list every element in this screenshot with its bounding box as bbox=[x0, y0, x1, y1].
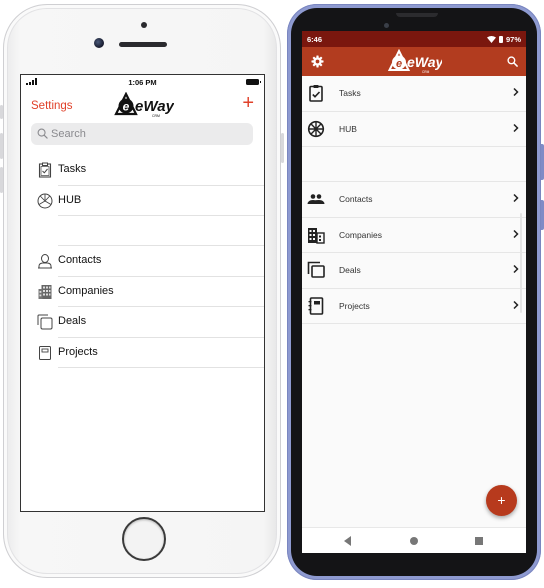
recents-nav-icon[interactable] bbox=[475, 537, 483, 545]
ios-item-label: Deals bbox=[58, 315, 87, 327]
android-device-frame: 6:46 97% e eWay CRM Tasks HUB Contacts C… bbox=[287, 4, 544, 580]
android-app-bar: e eWay CRM bbox=[302, 47, 526, 76]
android-item-deals[interactable]: Deals bbox=[302, 253, 526, 289]
hub-wheel-icon bbox=[37, 193, 53, 208]
ios-item-label: HUB bbox=[58, 193, 82, 206]
ios-status-bar: 1:06 PM bbox=[21, 75, 264, 89]
notebook-icon bbox=[39, 345, 51, 360]
building-icon bbox=[38, 284, 52, 299]
battery-percent: 97% bbox=[505, 35, 521, 44]
iphone-earpiece bbox=[119, 42, 167, 47]
ios-screen: 1:06 PM Settings e eWay CRM + Search Tas… bbox=[20, 74, 265, 512]
iphone-proximity-sensor bbox=[141, 22, 147, 28]
status-time: 1:06 PM bbox=[128, 78, 157, 87]
scrollbar[interactable] bbox=[520, 213, 522, 313]
ios-nav-bar: Settings e eWay CRM + bbox=[21, 89, 264, 119]
android-speaker bbox=[396, 13, 438, 17]
search-icon[interactable] bbox=[507, 56, 518, 67]
clipboard-check-icon bbox=[309, 85, 323, 102]
home-nav-icon[interactable] bbox=[410, 537, 418, 545]
back-nav-icon[interactable] bbox=[344, 536, 351, 546]
chevron-right-icon bbox=[513, 87, 519, 97]
ios-item-companies[interactable]: Companies bbox=[21, 277, 264, 308]
svg-text:CRM: CRM bbox=[422, 70, 430, 74]
people-icon bbox=[307, 194, 325, 204]
android-menu-list: Tasks HUB Contacts Companies Deals Proje… bbox=[302, 76, 526, 324]
android-item-companies[interactable]: Companies bbox=[302, 217, 526, 253]
iphone-device-frame: 1:06 PM Settings e eWay CRM + Search Tas… bbox=[0, 4, 284, 578]
clipboard-check-icon bbox=[38, 162, 52, 178]
settings-button[interactable]: Settings bbox=[31, 100, 73, 112]
stacked-squares-icon bbox=[307, 261, 325, 278]
search-icon bbox=[37, 128, 48, 139]
android-section-gap bbox=[302, 147, 526, 182]
android-status-bar: 6:46 97% bbox=[302, 31, 526, 47]
iphone-volume-up bbox=[0, 133, 3, 159]
android-item-label: Companies bbox=[339, 229, 382, 240]
android-item-contacts[interactable]: Contacts bbox=[302, 182, 526, 218]
iphone-volume-down bbox=[0, 167, 3, 193]
eway-logo: e eWay CRM bbox=[388, 49, 442, 74]
ios-item-tasks[interactable]: Tasks bbox=[21, 155, 264, 186]
stacked-squares-icon bbox=[37, 314, 53, 330]
chevron-right-icon bbox=[513, 193, 519, 203]
chevron-right-icon bbox=[513, 300, 519, 309]
settings-gear-icon[interactable] bbox=[311, 55, 324, 68]
ios-item-label: Companies bbox=[58, 284, 114, 297]
iphone-home-button[interactable] bbox=[122, 517, 166, 561]
ios-item-projects[interactable]: Projects bbox=[21, 338, 264, 369]
battery-icon bbox=[246, 79, 261, 85]
android-item-label: Projects bbox=[339, 300, 370, 311]
ios-menu-list: Tasks HUB Contacts Companies Deals Proje… bbox=[21, 155, 264, 368]
chevron-right-icon bbox=[513, 264, 519, 274]
ios-item-label: Projects bbox=[58, 345, 98, 358]
iphone-mute-switch bbox=[0, 105, 3, 119]
search-input[interactable]: Search bbox=[31, 123, 253, 145]
android-screen: 6:46 97% e eWay CRM Tasks HUB Contacts C… bbox=[302, 31, 526, 553]
android-item-hub[interactable]: HUB bbox=[302, 111, 526, 147]
search-placeholder: Search bbox=[51, 128, 86, 140]
android-front-camera bbox=[384, 23, 389, 28]
android-item-label: Contacts bbox=[339, 194, 373, 204]
battery-icon bbox=[498, 36, 503, 43]
ios-item-deals[interactable]: Deals bbox=[21, 307, 264, 338]
ios-item-contacts[interactable]: Contacts bbox=[21, 246, 264, 277]
building-icon bbox=[308, 227, 325, 244]
ios-item-hub[interactable]: HUB bbox=[21, 186, 264, 217]
chevron-right-icon bbox=[513, 123, 519, 132]
ios-section-gap bbox=[21, 216, 264, 246]
eway-logo: e eWay CRM bbox=[114, 92, 174, 118]
svg-text:eWay: eWay bbox=[135, 98, 174, 115]
svg-text:e: e bbox=[396, 58, 402, 70]
hub-wheel-icon bbox=[307, 120, 325, 137]
add-fab-button[interactable]: + bbox=[486, 485, 517, 516]
chevron-right-icon bbox=[513, 229, 519, 238]
ios-item-label: Contacts bbox=[58, 254, 102, 266]
iphone-front-camera bbox=[94, 38, 104, 48]
android-item-label: HUB bbox=[339, 123, 357, 134]
svg-text:CRM: CRM bbox=[152, 114, 160, 118]
android-item-label: Tasks bbox=[339, 88, 361, 98]
svg-text:e: e bbox=[123, 100, 130, 114]
android-nav-bar bbox=[302, 527, 526, 553]
android-item-label: Deals bbox=[339, 265, 361, 275]
status-time: 6:46 bbox=[307, 35, 323, 44]
notebook-icon bbox=[308, 296, 324, 315]
wifi-icon bbox=[486, 36, 496, 43]
android-item-projects[interactable]: Projects bbox=[302, 288, 526, 324]
person-icon bbox=[38, 254, 52, 269]
android-item-tasks[interactable]: Tasks bbox=[302, 76, 526, 112]
ios-item-label: Tasks bbox=[58, 163, 87, 175]
add-button[interactable]: + bbox=[242, 93, 254, 113]
iphone-power-button bbox=[281, 133, 284, 163]
svg-text:eWay: eWay bbox=[407, 54, 442, 70]
